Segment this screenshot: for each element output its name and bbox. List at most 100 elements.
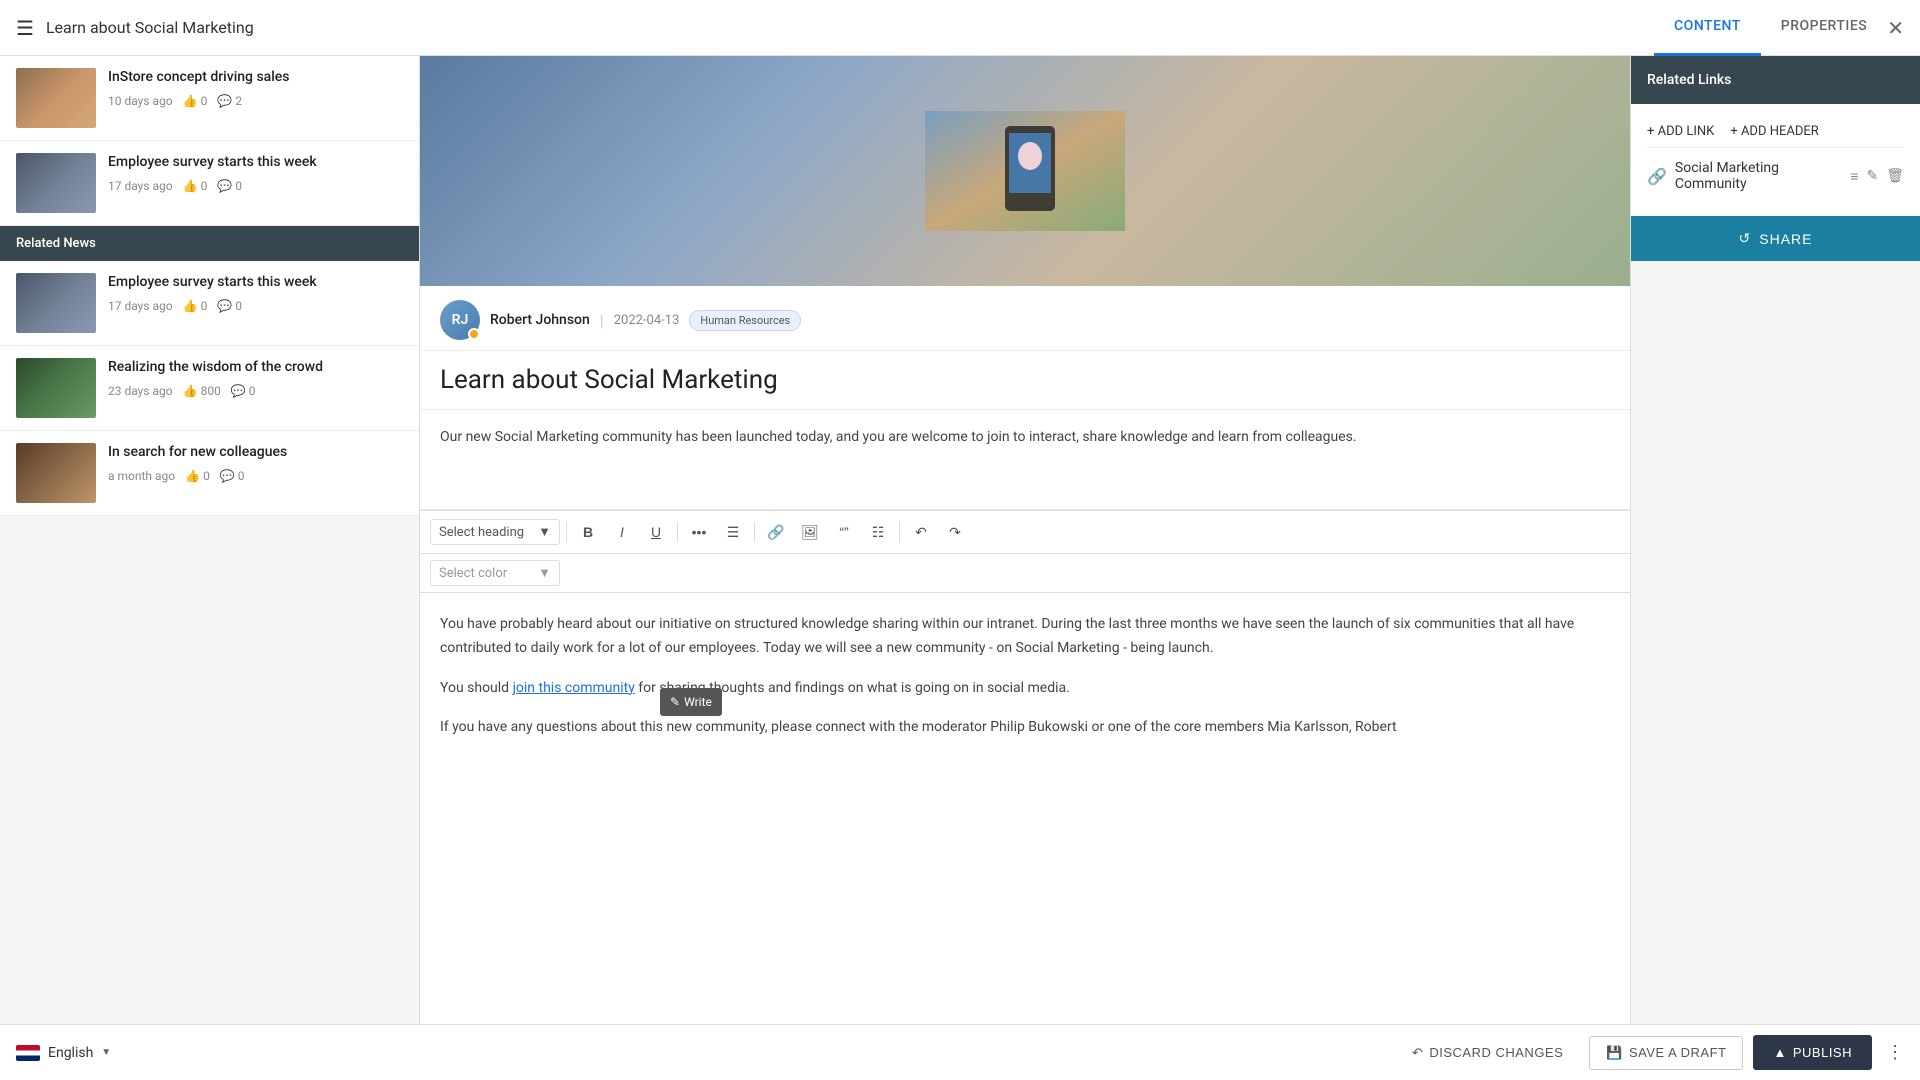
article-intro[interactable]: Our new Social Marketing community has b… — [420, 410, 1630, 510]
toolbar-divider — [754, 522, 755, 542]
link-button[interactable]: 🔗 — [761, 517, 791, 547]
news-meta: 17 days ago 👍 0 💬 0 — [108, 299, 403, 313]
comment-icon: 💬 — [217, 299, 232, 313]
list-item[interactable]: Employee survey starts this week 17 days… — [0, 141, 419, 226]
article-title-area: Learn about Social Marketing — [420, 351, 1630, 410]
heading-select[interactable]: Select heading ▼ — [430, 519, 560, 545]
add-link-button[interactable]: + ADD LINK — [1647, 124, 1714, 139]
news-title: Employee survey starts this week — [108, 153, 403, 173]
thumbs-up-icon: 👍 — [183, 299, 198, 313]
undo-icon: ↶ — [1412, 1045, 1423, 1061]
save-icon: 💾 — [1606, 1045, 1623, 1061]
reorder-icon[interactable]: ≡ — [1850, 168, 1858, 185]
tab-properties[interactable]: PROPERTIES — [1761, 0, 1887, 56]
delete-icon[interactable]: 🗑 — [1886, 168, 1904, 185]
link-icon: 🔗 — [1647, 167, 1667, 186]
comment-icon: 💬 — [220, 469, 235, 483]
news-date: 23 days ago — [108, 384, 173, 398]
article-tag: Human Resources — [689, 310, 801, 331]
thumbs-up-icon: 👍 — [183, 94, 198, 108]
news-date: 17 days ago — [108, 179, 173, 193]
hero-image — [420, 56, 1630, 286]
news-meta: 17 days ago 👍 0 💬 0 — [108, 179, 403, 193]
main-layout: InStore concept driving sales 10 days ag… — [0, 56, 1920, 1024]
join-community-link[interactable]: join this community — [513, 680, 635, 696]
author-name: Robert Johnson — [490, 312, 590, 328]
add-header-button[interactable]: + ADD HEADER — [1730, 124, 1818, 139]
image-button[interactable]: 🖼 — [795, 517, 825, 547]
author-date: 2022-04-13 — [614, 313, 680, 328]
news-title: Realizing the wisdom of the crowd — [108, 358, 403, 378]
toolbar-divider — [899, 522, 900, 542]
news-meta: 23 days ago 👍 800 💬 0 — [108, 384, 403, 398]
thumbs-up-icon: 👍 — [183, 179, 198, 193]
intro-text: Our new Social Marketing community has b… — [440, 426, 1610, 450]
thumbnail — [16, 273, 96, 333]
comment-icon: 💬 — [231, 384, 246, 398]
avatar: RJ — [440, 300, 480, 340]
top-bar: ☰ Learn about Social Marketing CONTENT P… — [0, 0, 1920, 56]
right-sidebar: Related Links + ADD LINK + ADD HEADER 🔗 … — [1630, 56, 1920, 1024]
redo-button[interactable]: ↷ — [940, 517, 970, 547]
list-item[interactable]: Realizing the wisdom of the crowd 23 day… — [0, 346, 419, 431]
center-content: RJ Robert Johnson | 2022-04-13 Human Res… — [420, 56, 1630, 1024]
toolbar-divider — [677, 522, 678, 542]
left-sidebar: InStore concept driving sales 10 days ag… — [0, 56, 420, 1024]
color-select[interactable]: Select color ▼ — [430, 560, 560, 586]
article-body[interactable]: You have probably heard about our initia… — [420, 593, 1630, 776]
top-bar-left: ☰ Learn about Social Marketing — [16, 16, 1654, 40]
top-bar-title: Learn about Social Marketing — [46, 18, 254, 37]
news-likes: 👍 0 — [185, 469, 210, 483]
chevron-down-icon: ▼ — [538, 565, 551, 581]
language-selector[interactable]: English ▼ — [16, 1045, 111, 1061]
publish-icon: ▲ — [1773, 1045, 1786, 1060]
list-item[interactable]: In search for new colleagues a month ago… — [0, 431, 419, 516]
more-options-icon[interactable]: ⋮ — [1886, 1042, 1904, 1063]
comment-icon: 💬 — [217, 94, 232, 108]
list-item[interactable]: InStore concept driving sales 10 days ag… — [0, 56, 419, 141]
close-button[interactable]: ✕ — [1887, 16, 1904, 40]
share-button[interactable]: ↺ SHARE — [1631, 216, 1920, 261]
toolbar-divider — [566, 522, 567, 542]
news-meta: a month ago 👍 0 💬 0 — [108, 469, 403, 483]
news-date: 10 days ago — [108, 94, 173, 108]
save-draft-button[interactable]: 💾 SAVE A DRAFT — [1589, 1036, 1743, 1070]
chevron-down-icon: ▼ — [538, 524, 551, 540]
article-author-bar: RJ Robert Johnson | 2022-04-13 Human Res… — [420, 286, 1630, 351]
avatar-badge — [468, 328, 480, 340]
tab-content[interactable]: CONTENT — [1654, 0, 1761, 56]
write-tooltip: ✎ Write — [660, 688, 722, 716]
article-hero — [420, 56, 1630, 286]
underline-button[interactable]: U — [641, 517, 671, 547]
edit-icon[interactable]: ✎ — [1866, 168, 1878, 185]
flag-icon — [16, 1045, 40, 1061]
table-button[interactable]: ☷ — [863, 517, 893, 547]
discard-button[interactable]: ↶ DISCARD CHANGES — [1396, 1037, 1579, 1069]
quote-button[interactable]: “” — [829, 517, 859, 547]
news-likes: 👍 0 — [183, 299, 208, 313]
share-icon: ↺ — [1739, 230, 1752, 247]
list-item[interactable]: Employee survey starts this week 17 days… — [0, 261, 419, 346]
news-comments: 💬 0 — [231, 384, 256, 398]
chevron-down-icon: ▼ — [101, 1047, 111, 1058]
publish-button[interactable]: ▲ PUBLISH — [1753, 1035, 1872, 1070]
bullet-list-button[interactable]: ••• — [684, 517, 714, 547]
news-meta: 10 days ago 👍 0 💬 2 — [108, 94, 403, 108]
menu-icon[interactable]: ☰ — [16, 16, 34, 40]
related-links-body: + ADD LINK + ADD HEADER 🔗 Social Marketi… — [1631, 104, 1920, 216]
italic-button[interactable]: I — [607, 517, 637, 547]
thumbnail — [16, 443, 96, 503]
news-title: InStore concept driving sales — [108, 68, 403, 88]
color-toolbar: Select color ▼ — [420, 554, 1630, 593]
pencil-icon: ✎ — [670, 692, 680, 712]
news-date: 17 days ago — [108, 299, 173, 313]
numbered-list-button[interactable]: ☰ — [718, 517, 748, 547]
bottom-actions: ↶ DISCARD CHANGES 💾 SAVE A DRAFT ▲ PUBLI… — [1396, 1035, 1904, 1070]
news-title: In search for new colleagues — [108, 443, 403, 463]
undo-button[interactable]: ↶ — [906, 517, 936, 547]
bold-button[interactable]: B — [573, 517, 603, 547]
link-label: Social Marketing Community — [1675, 160, 1842, 192]
thumbnail — [16, 153, 96, 213]
related-link-item: 🔗 Social Marketing Community ≡ ✎ 🗑 — [1647, 148, 1904, 204]
thumbnail — [16, 358, 96, 418]
